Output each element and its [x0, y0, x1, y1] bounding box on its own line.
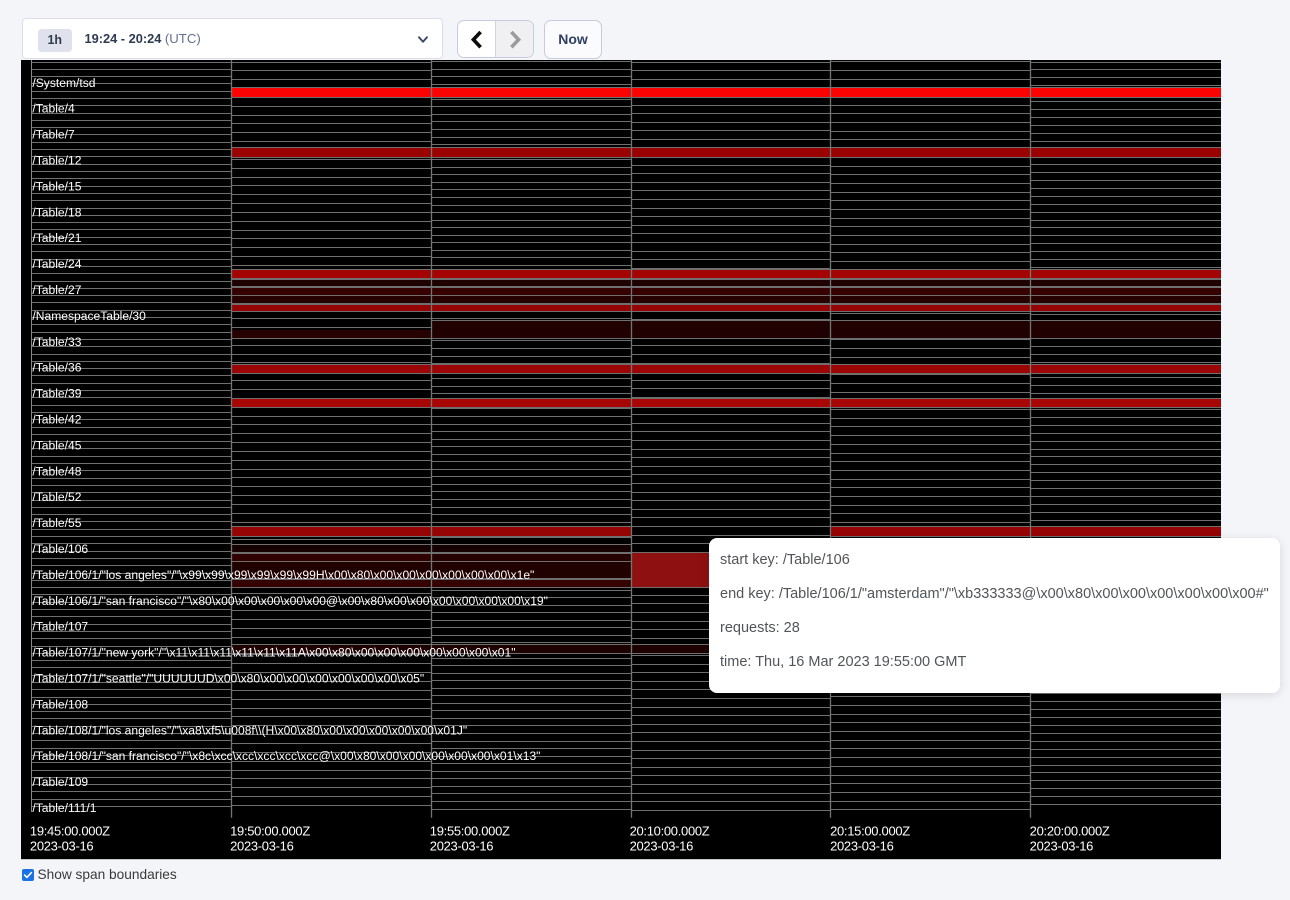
svg-text:/Table/111/1: /Table/111/1 — [32, 801, 96, 815]
svg-text:/Table/107/1/"new york"/"\x11\: /Table/107/1/"new york"/"\x11\x11\x11\x1… — [32, 646, 515, 660]
svg-text:20:20:00.000Z: 20:20:00.000Z — [1030, 824, 1110, 839]
svg-text:19:50:00.000Z: 19:50:00.000Z — [230, 824, 310, 839]
svg-text:/Table/24: /Table/24 — [32, 257, 81, 271]
svg-text:/NamespaceTable/30: /NamespaceTable/30 — [32, 309, 146, 323]
svg-text:/Table/109: /Table/109 — [32, 775, 88, 789]
svg-text:19:55:00.000Z: 19:55:00.000Z — [430, 824, 510, 839]
svg-text:/Table/21: /Table/21 — [32, 232, 81, 246]
svg-text:/Table/108/1/"los angeles"/"\x: /Table/108/1/"los angeles"/"\xa8\xf5\u00… — [32, 724, 467, 738]
svg-text:/Table/33: /Table/33 — [32, 335, 81, 349]
svg-text:/Table/106/1/"san francisco"/": /Table/106/1/"san francisco"/"\x80\x00\x… — [32, 594, 548, 608]
svg-text:/Table/42: /Table/42 — [32, 413, 81, 427]
svg-text:/Table/45: /Table/45 — [32, 439, 81, 453]
svg-text:2023-03-16: 2023-03-16 — [230, 839, 293, 854]
svg-text:2023-03-16: 2023-03-16 — [30, 839, 93, 854]
svg-text:19:45:00.000Z: 19:45:00.000Z — [30, 824, 110, 839]
svg-text:/Table/108: /Table/108 — [32, 698, 88, 712]
svg-text:/Table/106: /Table/106 — [32, 542, 88, 556]
svg-text:2023-03-16: 2023-03-16 — [630, 839, 693, 854]
svg-text:/Table/36: /Table/36 — [32, 361, 81, 375]
svg-text:/Table/12: /Table/12 — [32, 154, 81, 168]
svg-text:/Table/106/1/"los angeles"/"\x: /Table/106/1/"los angeles"/"\x99\x99\x99… — [32, 568, 534, 582]
svg-text:/Table/15: /Table/15 — [32, 180, 81, 194]
svg-text:/Table/108/1/"san francisco"/": /Table/108/1/"san francisco"/"\x8c\xcc\x… — [32, 750, 540, 764]
svg-text:2023-03-16: 2023-03-16 — [430, 839, 493, 854]
svg-text:/Table/107/1/"seattle"/"UUUUUU: /Table/107/1/"seattle"/"UUUUUUD\x00\x80\… — [32, 672, 424, 686]
svg-text:/Table/107: /Table/107 — [32, 620, 88, 634]
svg-text:/Table/52: /Table/52 — [32, 491, 81, 505]
svg-text:/System/tsd: /System/tsd — [32, 76, 95, 90]
svg-text:/Table/7: /Table/7 — [32, 128, 75, 142]
svg-text:/Table/4: /Table/4 — [32, 102, 75, 116]
svg-text:2023-03-16: 2023-03-16 — [1030, 839, 1093, 854]
svg-text:/Table/55: /Table/55 — [32, 516, 81, 530]
svg-text:20:15:00.000Z: 20:15:00.000Z — [830, 824, 910, 839]
svg-text:/Table/27: /Table/27 — [32, 283, 81, 297]
svg-text:20:10:00.000Z: 20:10:00.000Z — [630, 824, 710, 839]
svg-text:2023-03-16: 2023-03-16 — [830, 839, 893, 854]
svg-text:/Table/39: /Table/39 — [32, 387, 81, 401]
svg-text:/Table/48: /Table/48 — [32, 465, 81, 479]
svg-text:/Table/18: /Table/18 — [32, 206, 81, 220]
